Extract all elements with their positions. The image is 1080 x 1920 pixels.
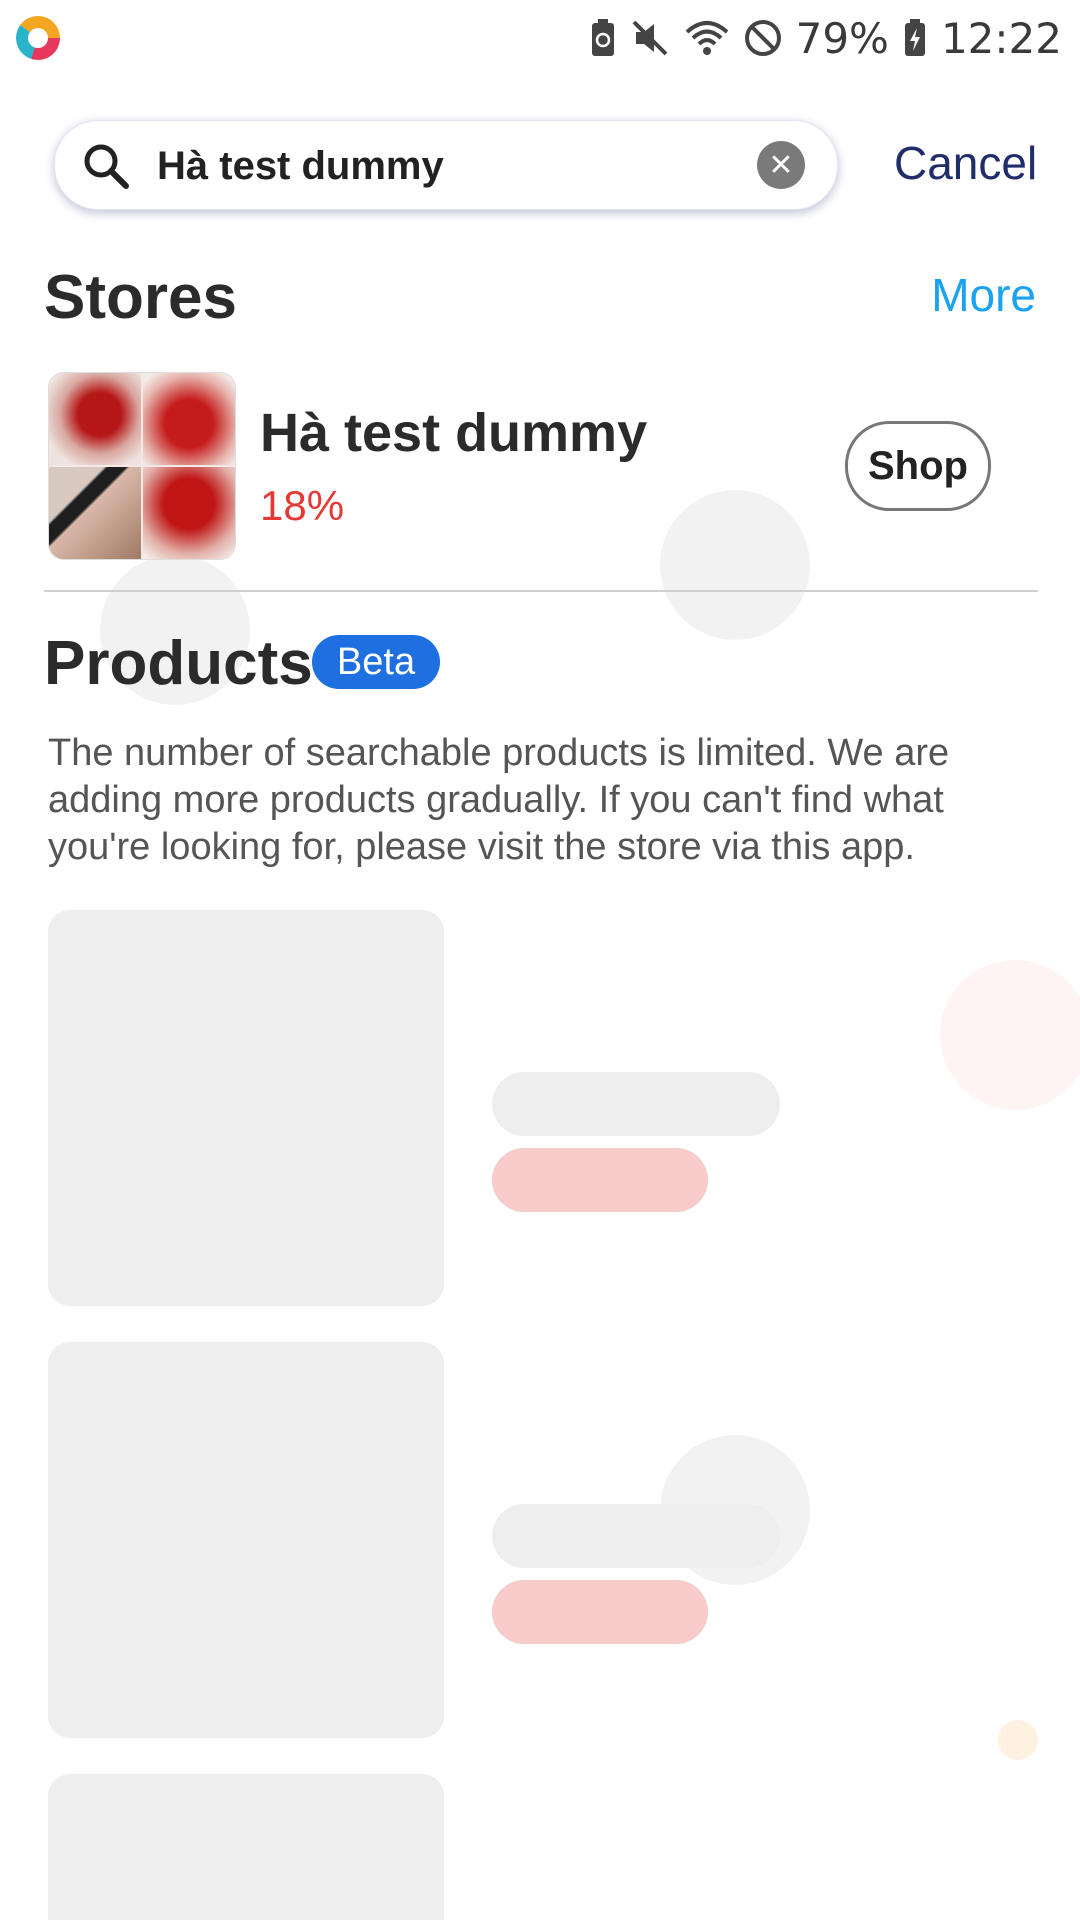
status-bar: 79% 12:22 bbox=[0, 0, 1080, 76]
skeleton-price bbox=[492, 1148, 708, 1212]
products-notice: The number of searchable products is lim… bbox=[48, 732, 950, 868]
store-cashback-rate: 18% bbox=[260, 482, 345, 529]
battery-saver-icon bbox=[591, 19, 614, 56]
skeleton-title bbox=[492, 1072, 780, 1136]
skeleton-image bbox=[48, 1342, 444, 1738]
do-not-disturb-icon bbox=[744, 20, 781, 56]
battery-percent: 79% bbox=[795, 13, 889, 63]
clock: 12:22 bbox=[940, 13, 1062, 63]
store-name: Hà test dummy bbox=[260, 403, 648, 463]
wifi-icon bbox=[685, 21, 728, 55]
more-stores-link[interactable]: More bbox=[931, 268, 1036, 322]
status-icons: 79% 12:22 bbox=[590, 10, 1062, 66]
stores-heading: Stores bbox=[44, 263, 237, 332]
cancel-button[interactable]: Cancel bbox=[894, 136, 1037, 190]
clear-search-icon[interactable]: ✕ bbox=[757, 141, 805, 189]
shop-button[interactable]: Shop bbox=[845, 421, 991, 511]
background-circle bbox=[660, 490, 810, 640]
battery-charging-icon bbox=[904, 19, 925, 56]
app-logo-icon bbox=[16, 16, 60, 60]
section-divider bbox=[44, 590, 1038, 592]
skeleton-image bbox=[48, 1774, 444, 1920]
search-bar[interactable]: ✕ bbox=[54, 120, 838, 211]
beta-badge: Beta bbox=[312, 635, 440, 689]
skeleton-price bbox=[492, 1580, 708, 1644]
search-input[interactable] bbox=[155, 121, 759, 211]
skeleton-image bbox=[48, 910, 444, 1306]
store-thumbnail bbox=[48, 372, 236, 560]
background-circle bbox=[940, 960, 1080, 1110]
mute-icon bbox=[632, 20, 668, 56]
background-circle bbox=[998, 1720, 1038, 1760]
products-heading: Products bbox=[44, 629, 313, 698]
search-icon bbox=[84, 144, 129, 189]
skeleton-title bbox=[492, 1504, 780, 1568]
